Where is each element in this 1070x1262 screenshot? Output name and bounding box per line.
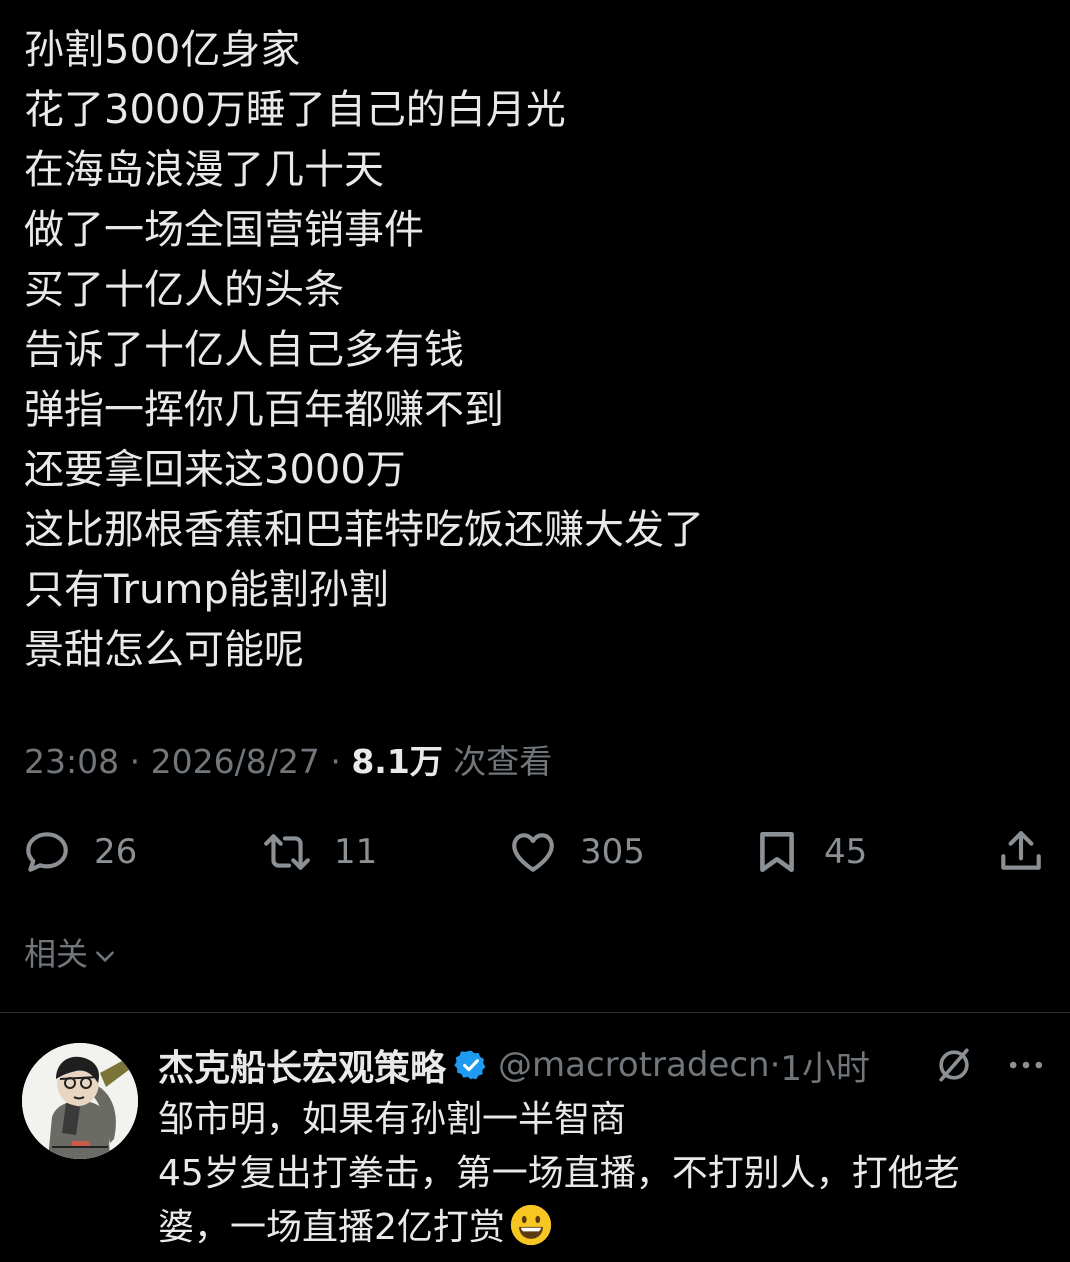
post-time[interactable]: 23:08 xyxy=(24,742,119,781)
like-icon xyxy=(512,833,554,872)
action-bar: 26 11 305 45 xyxy=(0,820,1070,884)
grok-icon[interactable] xyxy=(932,1043,976,1087)
reply-icon xyxy=(26,832,68,872)
meta-separator: · xyxy=(129,742,141,781)
smiley-emoji-icon xyxy=(510,1204,552,1246)
more-options-icon[interactable] xyxy=(1004,1043,1048,1087)
reply-text: 邹市明，如果有孙割一半智商 45岁复出打拳击，第一场直播，不打别人，打他老 婆，… xyxy=(158,1093,1048,1255)
post-line: 景甜怎么可能呢 xyxy=(24,627,304,673)
meta-separator: · xyxy=(330,742,341,781)
reply-post[interactable]: 杰克船长宏观策略 @macrotradecn · 1小时 邹市明，如果有孙割一半… xyxy=(0,1013,1070,1262)
post-line: 只有Trump能割孙割 xyxy=(24,567,389,613)
author-handle[interactable]: @macrotradecn xyxy=(498,1045,770,1085)
like-button[interactable]: 305 xyxy=(508,820,645,884)
post-line: 孙割500亿身家 xyxy=(24,27,301,73)
bookmark-icon xyxy=(760,832,794,872)
reply-line: 45岁复出打拳击，第一场直播，不打别人，打他老 xyxy=(158,1153,960,1194)
avatar[interactable] xyxy=(22,1043,138,1159)
repost-icon xyxy=(264,834,310,870)
verified-badge-icon xyxy=(454,1050,486,1080)
reply-header: 杰克船长宏观策略 @macrotradecn · 1小时 xyxy=(158,1037,870,1093)
post-line: 花了3000万睡了自己的白月光 xyxy=(24,87,566,133)
post-meta: 23:08 · 2026/8/27 · 8.1万 次查看 xyxy=(24,738,552,786)
bookmark-button[interactable]: 45 xyxy=(752,820,867,884)
post-date[interactable]: 2026/8/27 xyxy=(151,742,320,781)
meta-separator: · xyxy=(769,1045,781,1085)
reply-line-with-emoji: 婆，一场直播2亿打赏 xyxy=(158,1201,1048,1255)
avatar-illustration xyxy=(22,1043,138,1159)
view-label: 次查看 xyxy=(453,742,553,781)
reply-line: 婆，一场直播2亿打赏 xyxy=(158,1207,505,1248)
chevron-down-icon xyxy=(96,951,114,962)
author-name[interactable]: 杰克船长宏观策略 xyxy=(158,1039,446,1091)
post-line: 告诉了十亿人自己多有钱 xyxy=(24,327,464,373)
related-label: 相关 xyxy=(24,935,89,973)
reply-count: 26 xyxy=(94,832,138,872)
like-count: 305 xyxy=(580,832,645,872)
reply-time[interactable]: 1小时 xyxy=(780,1041,870,1090)
view-count: 8.1万 xyxy=(351,742,443,781)
repost-button[interactable]: 11 xyxy=(262,820,377,884)
share-button[interactable] xyxy=(996,820,1068,884)
post-line: 这比那根香蕉和巴菲特吃饭还赚大发了 xyxy=(24,507,704,553)
post-line: 在海岛浪漫了几十天 xyxy=(24,147,384,193)
reply-button[interactable]: 26 xyxy=(22,820,137,884)
share-icon xyxy=(1001,831,1041,870)
post-text: 孙割500亿身家 花了3000万睡了自己的白月光 在海岛浪漫了几十天 做了一场全… xyxy=(24,20,1044,680)
related-toggle[interactable]: 相关 xyxy=(24,930,118,978)
bookmark-count: 45 xyxy=(824,832,868,872)
post-line: 买了十亿人的头条 xyxy=(24,267,344,313)
post-line: 还要拿回来这3000万 xyxy=(24,447,406,493)
post-line: 弹指一挥你几百年都赚不到 xyxy=(24,387,504,433)
reply-header-actions xyxy=(904,1043,1048,1087)
repost-count: 11 xyxy=(334,832,378,872)
post-line: 做了一场全国营销事件 xyxy=(24,207,424,253)
reply-line: 邹市明，如果有孙割一半智商 xyxy=(158,1099,627,1140)
